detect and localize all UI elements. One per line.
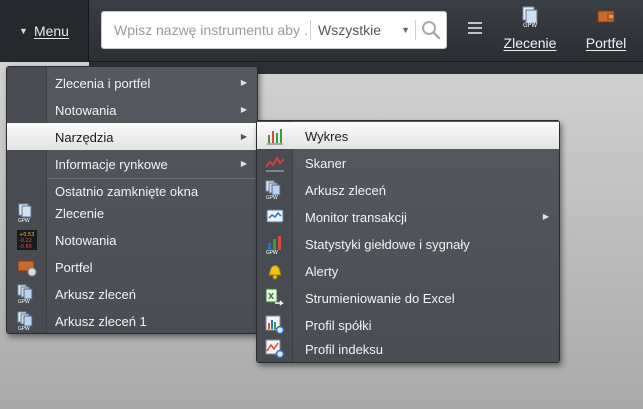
top-toolbar: ▼ Menu Wszystkie ▼ GPW Zlecenie Portfel <box>0 0 643 62</box>
svg-text:X: X <box>268 292 275 301</box>
order-document-icon: GPW <box>18 203 32 223</box>
menu-item-label: Notowania <box>55 103 117 118</box>
submenu-item-label: Wykres <box>305 129 349 144</box>
menu-button[interactable]: ▼ Menu <box>0 0 89 62</box>
recent-item-order[interactable]: GPW Zlecenie <box>7 199 257 226</box>
recent-item-quotes[interactable]: +0.53 -0.22 -0.65 Notowania <box>7 226 257 253</box>
chevron-right-icon: ▶ <box>240 132 247 141</box>
order-sheet-icon: GPW <box>265 180 281 200</box>
search-icon[interactable] <box>420 19 442 41</box>
chevron-down-icon: ▼ <box>401 25 410 35</box>
submenu-item-scanner[interactable]: Skaner <box>257 149 559 176</box>
wallet-icon <box>597 10 615 23</box>
menu-button-label: Menu <box>33 23 69 39</box>
order-document-icon: GPW <box>522 6 538 28</box>
submenu-item-label: Strumieniowanie do Excel <box>305 291 455 306</box>
menu-item-market-info[interactable]: Informacje rynkowe ▶ <box>7 150 257 177</box>
recent-item-order-sheet[interactable]: GPW Arkusz zleceń <box>7 280 257 307</box>
submenu-item-label: Alerty <box>305 264 339 279</box>
submenu-item-label: Monitor transakcji <box>305 210 407 225</box>
svg-text:GPW: GPW <box>18 326 30 331</box>
portfolio-toolbar-label: Portfel <box>585 35 627 51</box>
recent-item-label: Portfel <box>55 260 93 275</box>
order-toolbar-label: Zlecenie <box>503 35 557 51</box>
svg-text:GPW: GPW <box>266 195 278 200</box>
submenu-item-index-profile[interactable]: Profil indeksu <box>257 335 559 362</box>
chevron-right-icon: ▶ <box>240 105 247 114</box>
svg-text:GPW: GPW <box>18 299 30 304</box>
svg-text:GPW: GPW <box>523 22 537 28</box>
submenu-item-chart[interactable]: Wykres <box>257 122 559 149</box>
bar-chart-icon <box>267 129 283 145</box>
submenu-item-label: Profil spółki <box>305 318 372 333</box>
svg-text:GPW: GPW <box>18 218 30 223</box>
divider <box>415 20 416 40</box>
submenu-item-transaction-monitor[interactable]: Monitor transakcji ▶ <box>257 203 559 230</box>
recent-item-label: Zlecenie <box>55 206 105 221</box>
submenu-item-excel-streaming[interactable]: X Strumieniowanie do Excel <box>257 284 559 311</box>
company-profile-icon <box>265 315 285 335</box>
submenu-item-label: Skaner <box>305 156 347 171</box>
submenu-item-label: Arkusz zleceń <box>305 183 386 198</box>
menu-item-orders-portfolio[interactable]: Zlecenia i portfel ▶ <box>7 69 257 96</box>
recent-item-label: Notowania <box>55 233 117 248</box>
excel-stream-icon: X <box>265 288 284 306</box>
submenu-item-label: Statystyki giełdowe i sygnały <box>305 237 470 252</box>
hamburger-menu-icon[interactable] <box>468 22 482 38</box>
main-dropdown-menu: Zlecenia i portfel ▶ Notowania ▶ Narzędz… <box>6 66 258 334</box>
submenu-item-company-profile[interactable]: Profil spółki <box>257 311 559 338</box>
menu-item-label: Informacje rynkowe <box>55 157 168 172</box>
recent-item-portfolio[interactable]: Portfel <box>7 253 257 280</box>
order-toolbar-button[interactable]: GPW Zlecenie <box>502 6 558 58</box>
search-input[interactable] <box>114 12 309 48</box>
recent-item-label: Arkusz zleceń 1 <box>55 314 147 329</box>
recent-item-order-sheet-1[interactable]: GPW Arkusz zleceń 1 <box>7 307 257 334</box>
submenu-item-alerts[interactable]: Alerty <box>257 257 559 284</box>
alert-bell-icon <box>268 265 282 280</box>
chevron-right-icon: ▶ <box>240 159 247 168</box>
chevron-right-icon: ▶ <box>542 212 549 221</box>
caret-down-icon: ▼ <box>19 26 28 36</box>
quotes-icon: +0.53 -0.22 -0.65 <box>17 230 37 250</box>
submenu-item-statistics[interactable]: GPW Statystyki giełdowe i sygnały <box>257 230 559 257</box>
monitor-icon <box>266 209 284 223</box>
svg-text:GPW: GPW <box>266 250 278 254</box>
menu-item-tools[interactable]: Narzędzia ▶ <box>7 123 257 150</box>
order-sheet-icon: GPW <box>17 284 33 304</box>
tools-submenu: Wykres Skaner GPW Arkusz zleceń Monitor … <box>256 120 560 363</box>
menu-item-label: Narzędzia <box>55 130 114 145</box>
submenu-item-order-sheet[interactable]: GPW Arkusz zleceń <box>257 176 559 203</box>
recent-item-label: Arkusz zleceń <box>55 287 136 302</box>
chevron-right-icon: ▶ <box>240 78 247 87</box>
order-sheet-icon: GPW <box>17 311 33 331</box>
submenu-item-label: Profil indeksu <box>305 342 384 357</box>
menu-item-label: Zlecenia i portfel <box>55 76 151 91</box>
divider <box>310 20 311 40</box>
scanner-icon <box>265 156 285 172</box>
portfolio-toolbar-button[interactable]: Portfel <box>582 6 630 58</box>
statistics-icon: GPW <box>266 236 281 254</box>
menu-item-quotes[interactable]: Notowania ▶ <box>7 96 257 123</box>
wallet-icon <box>17 260 37 277</box>
search-filter-select[interactable]: Wszystkie ▼ <box>318 12 414 48</box>
search-filter-value: Wszystkie <box>318 22 381 38</box>
index-profile-icon <box>265 339 285 359</box>
instrument-search: Wszystkie ▼ <box>101 11 447 49</box>
recent-heading-label: Ostatnio zamknięte okna <box>55 184 199 199</box>
svg-text:-0.65: -0.65 <box>19 244 32 250</box>
